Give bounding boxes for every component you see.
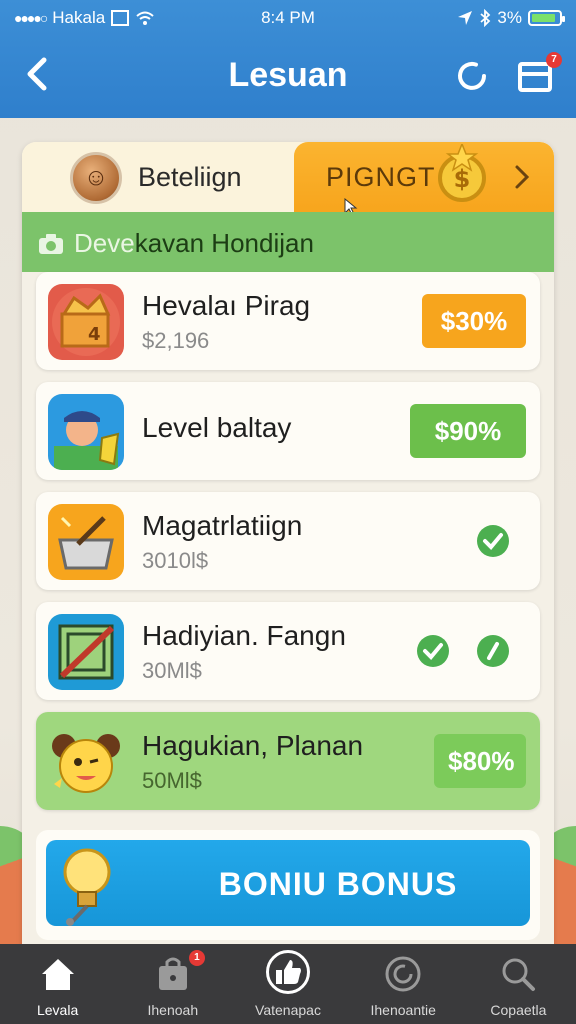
panel-top-bar: ☺ Beteliign PIGNGT $: [22, 142, 554, 216]
battery-icon: [528, 10, 565, 26]
reward-badge[interactable]: $90%: [410, 404, 526, 458]
camera-icon: [39, 233, 63, 254]
check-icon: [417, 635, 449, 667]
item-subtitle: 3010l$: [142, 548, 209, 573]
tab-featured[interactable]: Vatenapac: [230, 944, 345, 1024]
username: Beteliign: [138, 162, 242, 192]
shop-icon: [158, 957, 187, 990]
item-subtitle: 50Ml$: [142, 768, 202, 793]
bonus-card: BONIU BONUS: [36, 830, 540, 940]
item-title: Hadiyian. Fangn: [142, 620, 346, 651]
tab-label: Ihenoah: [147, 1002, 199, 1018]
refresh-button[interactable]: [452, 56, 492, 96]
list-item[interactable]: Level baltay $90%: [36, 382, 540, 480]
home-icon: [41, 959, 74, 990]
refresh-icon: [385, 956, 421, 992]
tab-levels[interactable]: Levala: [0, 944, 115, 1024]
item-title: Hagukian, Planan: [142, 730, 364, 761]
character-avatar-icon: [48, 394, 124, 470]
tab-label: Copaetla: [490, 1002, 547, 1018]
bottom-tab-bar: Levala 1 Ihenoah Vatenapac Ihenoantie Co…: [0, 944, 576, 1024]
notification-badge: 1: [188, 950, 205, 966]
check-icon: [477, 635, 509, 667]
section-title-prefix: Deve: [74, 228, 135, 258]
main-panel: ☺ Beteliign PIGNGT $ Devekavan Hondijan …: [22, 142, 554, 962]
section-header: Devekavan Hondijan: [22, 212, 554, 272]
reward-badge[interactable]: $30%: [422, 294, 526, 348]
battery-level: [532, 14, 556, 22]
status-time: 8:4 PM: [261, 8, 315, 27]
bonus-label: BONIU BONUS: [218, 866, 458, 902]
list-item[interactable]: Hadiyian. Fangn 30Ml$: [36, 602, 540, 700]
promo-tab[interactable]: PIGNGT $: [294, 142, 554, 212]
check-icon: [477, 525, 509, 557]
cards-button[interactable]: 7: [516, 52, 562, 96]
promo-label: PIGNGT: [326, 162, 436, 192]
basket-icon: [48, 504, 124, 580]
bonus-button[interactable]: BONIU BONUS: [46, 840, 530, 926]
smiley-icon: ☺: [83, 164, 109, 191]
section-title: kavan Hondijan: [134, 228, 314, 258]
item-subtitle: $2,196: [142, 328, 210, 353]
thumb-icon: [276, 960, 301, 984]
reward-badge[interactable]: $80%: [434, 734, 526, 788]
svg-text:4: 4: [88, 324, 101, 345]
svg-text:$: $: [454, 165, 471, 193]
tab-history[interactable]: Ihenoantie: [346, 944, 461, 1024]
list-item[interactable]: 4 Hevalaı Pirag $2,196 $30%: [36, 272, 540, 370]
status-bar: ●●●●○ Hakala 8:4 PM 3%: [0, 0, 576, 36]
item-title: Level baltay: [142, 412, 292, 443]
tab-label: Levala: [36, 1002, 79, 1018]
treasure-chest-icon: 4: [48, 284, 124, 360]
tab-shop[interactable]: 1 Ihenoah: [115, 944, 230, 1024]
item-title: Hevalaı Pirag: [142, 290, 311, 321]
search-icon: [502, 958, 536, 991]
mascot-icon: [48, 724, 124, 800]
item-title: Magatrlatiign: [142, 510, 303, 541]
tab-search[interactable]: Copaetla: [461, 944, 576, 1024]
list-item[interactable]: Hagukian, Planan 50Ml$ $80%: [36, 712, 540, 810]
nav-bar: Lesuan 7: [0, 36, 576, 118]
chevron-right-icon[interactable]: [512, 164, 532, 190]
notification-badge: 7: [546, 52, 562, 68]
crossed-box-icon: [48, 614, 124, 690]
tab-label: Ihenoantie: [370, 1002, 436, 1018]
tab-label: Vatenapac: [255, 1002, 321, 1018]
refresh-icon: [458, 61, 486, 90]
gold-coin-icon: $: [438, 144, 486, 202]
list-item[interactable]: Magatrlatiign 3010l$: [36, 492, 540, 590]
app-header: ●●●●○ Hakala 8:4 PM 3% Lesuan 7: [0, 0, 576, 118]
avatar[interactable]: ☺: [70, 152, 122, 204]
item-subtitle: 30Ml$: [142, 658, 202, 683]
